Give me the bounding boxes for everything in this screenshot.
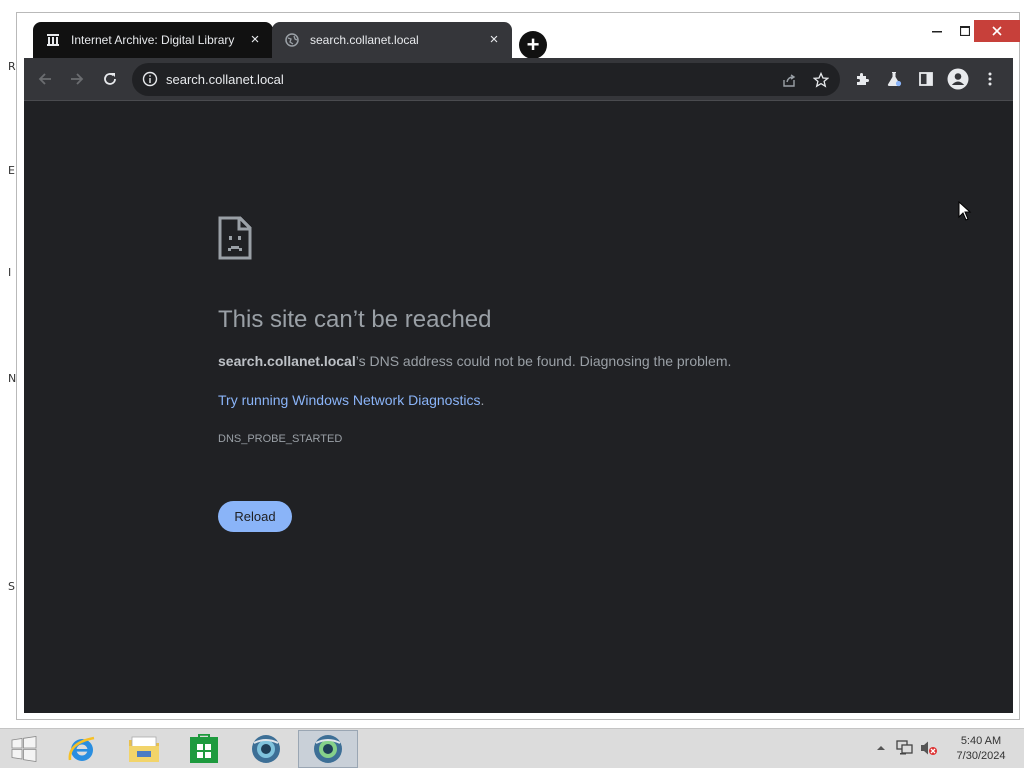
internet-explorer-icon[interactable] [52, 730, 112, 768]
tab-title: Internet Archive: Digital Library [71, 33, 235, 47]
share-icon[interactable] [780, 71, 798, 89]
tab-close-button[interactable]: × [486, 32, 502, 48]
desktop-icon-label: S [8, 580, 15, 593]
extensions-puzzle-icon[interactable] [850, 67, 874, 91]
browser-window: Internet Archive: Digital Library × sear… [16, 12, 1020, 720]
error-description: search.collanet.local’s DNS address coul… [218, 353, 731, 369]
reload-button[interactable]: Reload [218, 501, 292, 532]
start-button[interactable] [0, 730, 48, 768]
desktop-icon-label: E [8, 164, 15, 177]
error-description-text: ’s DNS address could not be found. Diagn… [355, 353, 732, 369]
browser-globe-icon[interactable] [236, 730, 296, 768]
error-code: DNS_PROBE_STARTED [218, 433, 343, 445]
system-clock[interactable]: 5:40 AM 7/30/2024 [948, 734, 1014, 764]
address-bar[interactable]: search.collanet.local [132, 63, 840, 96]
taskbar: 5:40 AM 7/30/2024 [0, 728, 1024, 768]
file-explorer-icon[interactable] [114, 730, 174, 768]
address-url: search.collanet.local [166, 72, 284, 87]
side-panel-icon[interactable] [914, 67, 938, 91]
store-icon[interactable] [174, 730, 234, 768]
profile-avatar-icon[interactable] [946, 67, 970, 91]
globe-icon [284, 32, 300, 48]
clock-time: 5:40 AM [960, 735, 1002, 747]
labs-flask-icon[interactable] [882, 67, 906, 91]
desktop-icon-label: R [8, 60, 16, 73]
close-window-button[interactable] [974, 20, 1020, 42]
tab-search-collanet[interactable]: search.collanet.local × [272, 22, 512, 58]
mouse-cursor-icon [958, 200, 972, 226]
tab-title: search.collanet.local [310, 33, 419, 47]
volume-muted-icon[interactable] [920, 739, 938, 757]
back-button[interactable] [33, 67, 57, 91]
tab-internet-archive[interactable]: Internet Archive: Digital Library × [33, 22, 273, 58]
page-content: This site can’t be reached search.collan… [24, 101, 1013, 713]
bookmark-star-icon[interactable] [812, 71, 830, 89]
reload-icon[interactable] [98, 67, 122, 91]
clock-date: 7/30/2024 [956, 750, 1006, 762]
sad-page-icon [218, 216, 252, 260]
desktop-icon-label: N [8, 372, 17, 385]
info-icon[interactable] [142, 71, 158, 87]
archive-icon [45, 32, 61, 48]
network-diagnostics-link[interactable]: Try running Windows Network Diagnostics [218, 392, 480, 408]
desktop-icon-label: I [8, 266, 12, 279]
browser-globe-icon-active[interactable] [298, 730, 358, 768]
new-tab-button[interactable]: + [519, 31, 547, 59]
diagnostics-suggestion: Try running Windows Network Diagnostics. [218, 392, 484, 408]
link-suffix: . [480, 392, 485, 408]
menu-kebab-icon[interactable] [978, 67, 1002, 91]
network-icon[interactable] [896, 739, 914, 757]
tab-close-button[interactable]: × [247, 32, 263, 48]
forward-button[interactable] [65, 67, 89, 91]
browser-toolbar: search.collanet.local [24, 58, 1013, 101]
error-title: This site can’t be reached [218, 306, 492, 333]
error-host: search.collanet.local [218, 353, 356, 369]
show-hidden-icons-chevron-icon[interactable] [872, 739, 890, 757]
